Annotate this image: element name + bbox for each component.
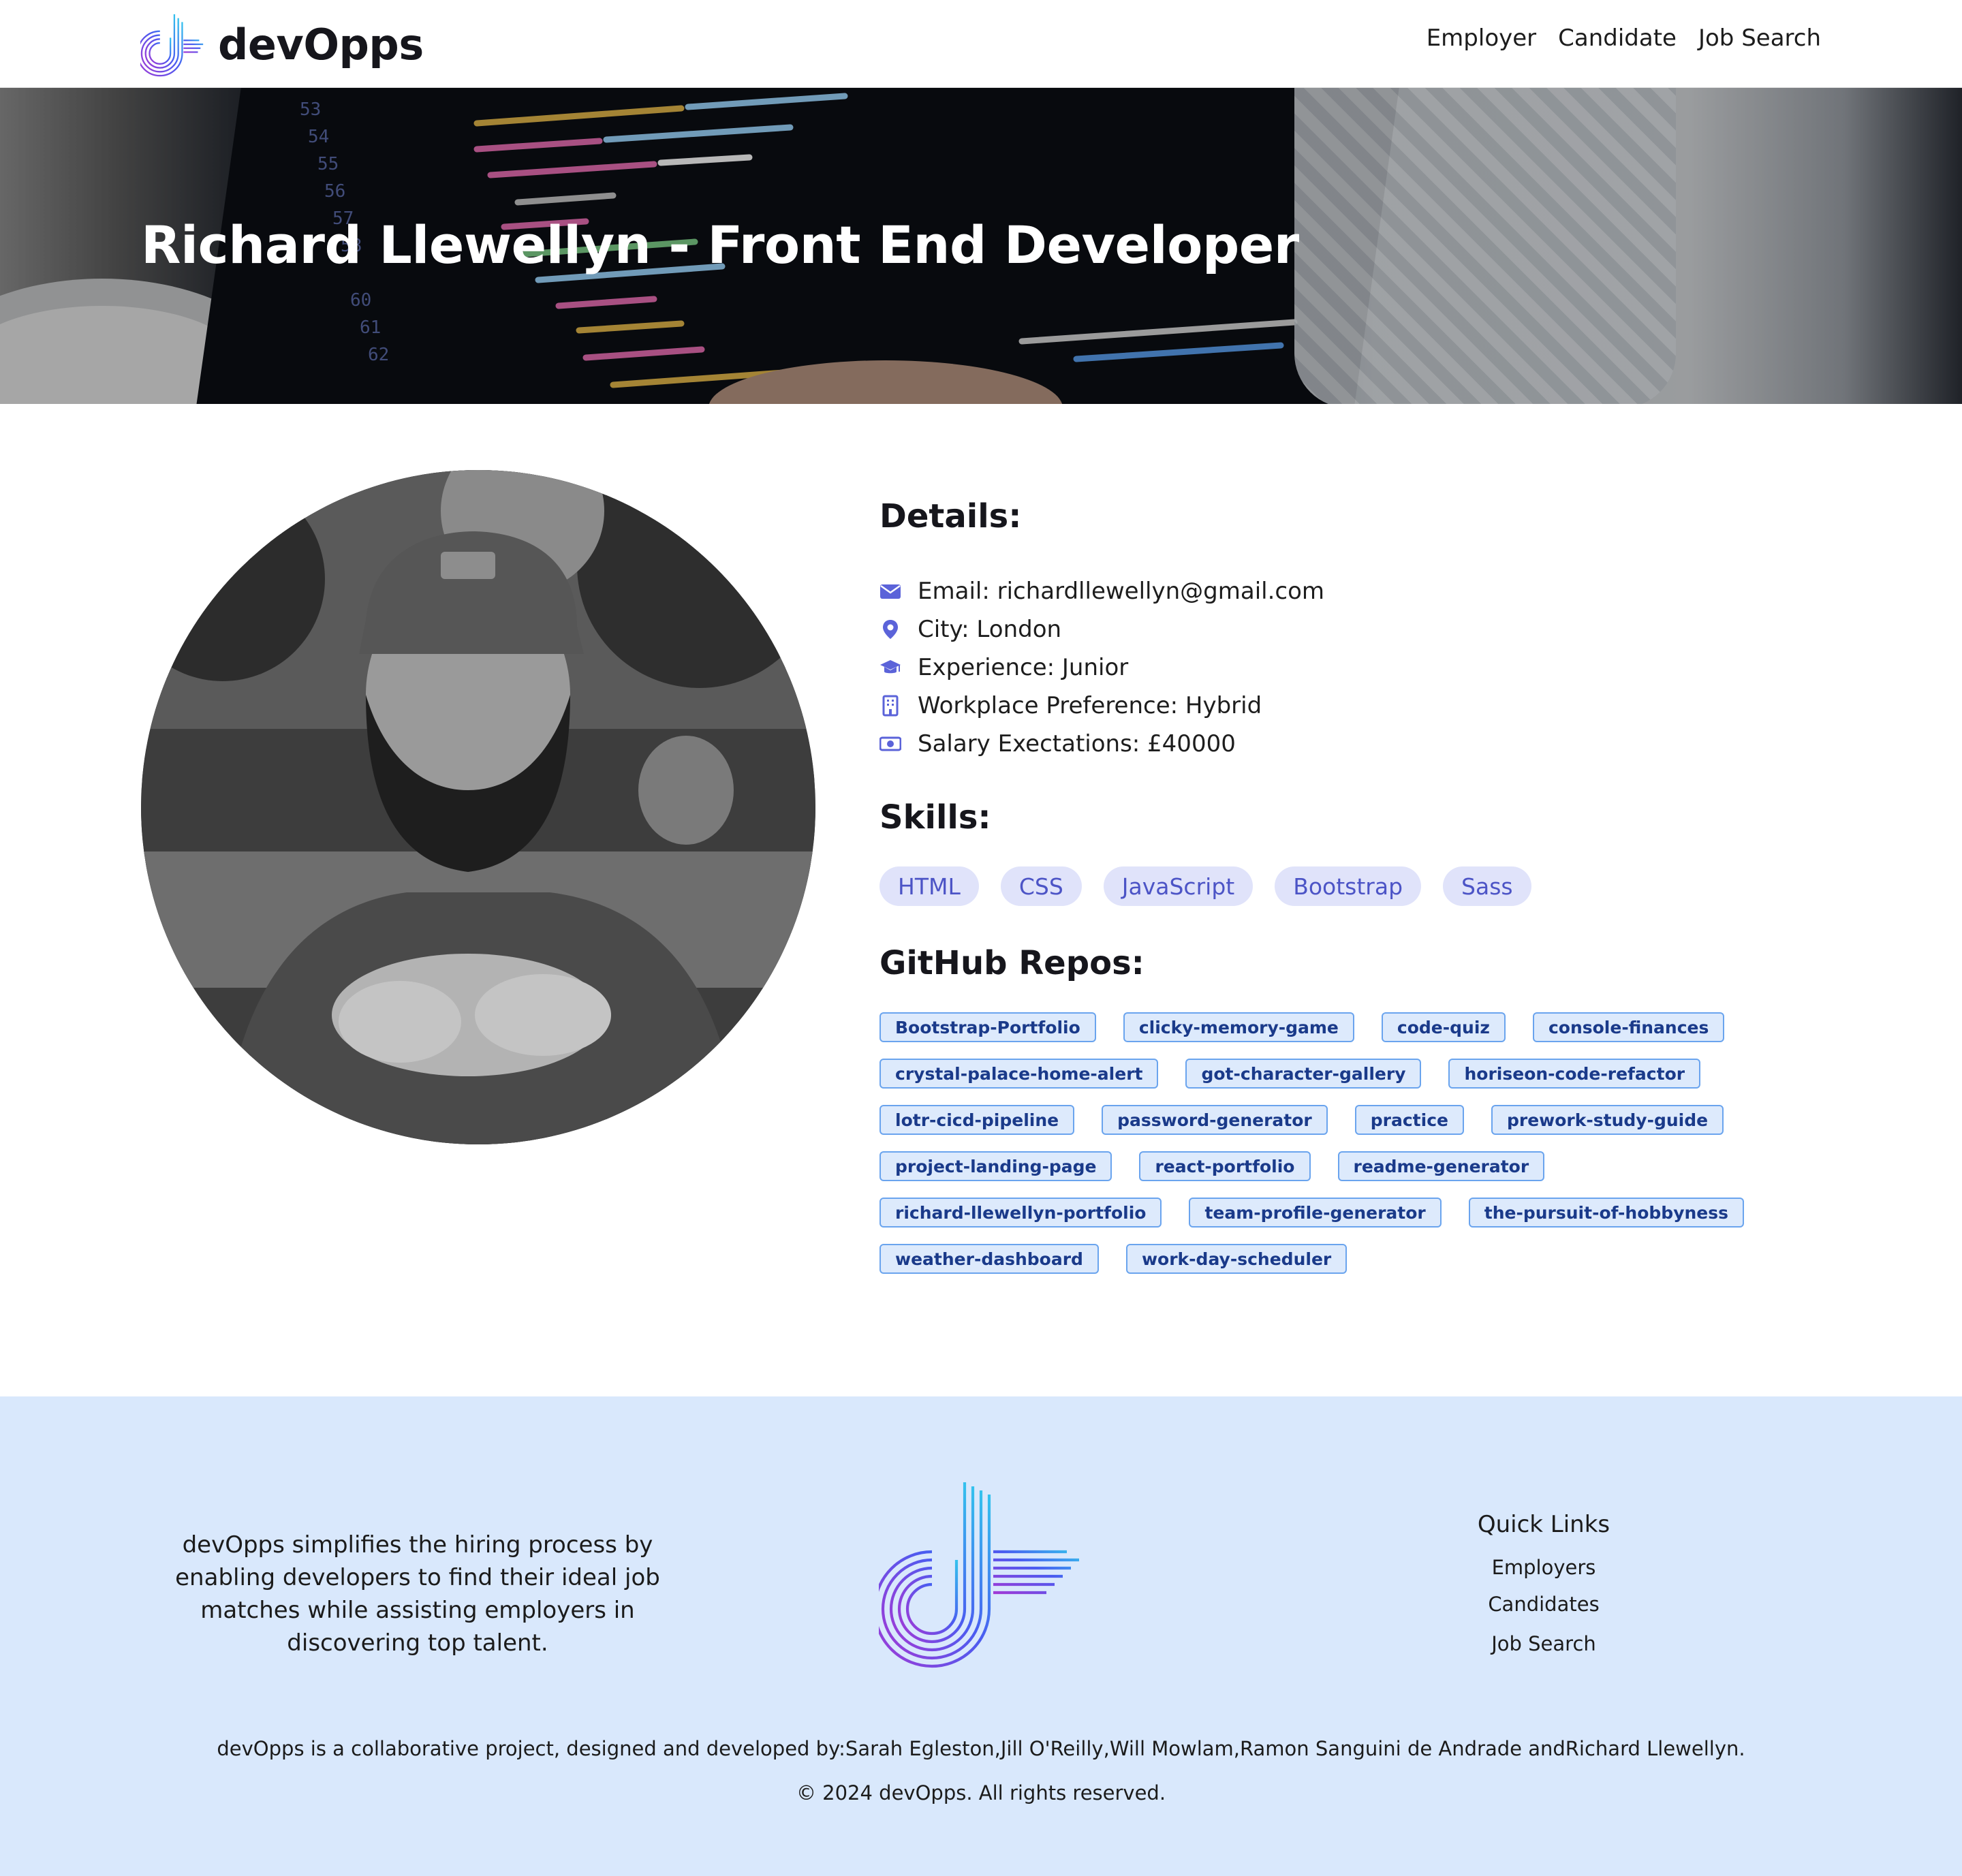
footer-about-text: devOpps simplifies the hiring process by…: [175, 1531, 660, 1657]
skill-pill-sass: Sass: [1443, 866, 1531, 906]
detail-experience: Experience: Junior: [879, 648, 1833, 687]
graduation-cap-icon: [879, 657, 901, 678]
quick-links-title: Quick Links: [1477, 1511, 1610, 1538]
devopps-logo-icon: [879, 1482, 1079, 1668]
repo-link[interactable]: Bootstrap-Portfolio: [879, 1012, 1096, 1042]
profile-photo: [141, 470, 815, 1144]
repo-link[interactable]: prework-study-guide: [1491, 1105, 1724, 1135]
repo-link[interactable]: console-finances: [1532, 1012, 1725, 1042]
brand-name: devOpps: [218, 19, 424, 69]
detail-email: Email: richardllewellyn@gmail.com: [879, 572, 1833, 610]
repo-link[interactable]: richard-llewellyn-portfolio: [879, 1198, 1162, 1228]
footer-credits: devOpps is a collaborative project, desi…: [217, 1737, 1745, 1760]
quick-links: Quick Links Employers Candidates Job Sea…: [1431, 1511, 1657, 1655]
skill-pill-javascript: JavaScript: [1103, 866, 1254, 906]
skill-pill-html: HTML: [879, 866, 979, 906]
repo-link[interactable]: horiseon-code-refactor: [1448, 1059, 1701, 1089]
footer-link-candidates[interactable]: Candidates: [1431, 1593, 1657, 1616]
detail-workplace-text: Workplace Preference: Hybrid: [918, 692, 1262, 719]
skill-pill-bootstrap: Bootstrap: [1275, 866, 1422, 906]
repos-heading: GitHub Repos:: [879, 944, 1144, 982]
nav-candidate[interactable]: Candidate: [1558, 25, 1677, 52]
detail-salary: Salary Exectations: £40000: [879, 725, 1833, 763]
repo-link[interactable]: practice: [1354, 1105, 1464, 1135]
details-heading: Details:: [879, 497, 1022, 535]
repo-link[interactable]: react-portfolio: [1139, 1151, 1311, 1181]
nav-job-search[interactable]: Job Search: [1698, 25, 1821, 52]
footer-link-employers[interactable]: Employers: [1431, 1556, 1657, 1579]
repo-link[interactable]: crystal-palace-home-alert: [879, 1059, 1159, 1089]
repos-list: Bootstrap-Portfolio clicky-memory-game c…: [879, 1012, 1792, 1274]
repo-link[interactable]: got-character-gallery: [1185, 1059, 1422, 1089]
repo-link[interactable]: password-generator: [1102, 1105, 1328, 1135]
repo-link[interactable]: code-quiz: [1381, 1012, 1506, 1042]
footer-link-job-search[interactable]: Job Search: [1431, 1632, 1657, 1655]
repo-link[interactable]: weather-dashboard: [879, 1244, 1099, 1274]
page-title: Richard Llewellyn - Front End Developer: [141, 215, 1299, 275]
detail-experience-text: Experience: Junior: [918, 654, 1129, 681]
footer-copyright: © 2024 devOpps. All rights reserved.: [796, 1781, 1166, 1804]
repo-link[interactable]: the-pursuit-of-hobbyness: [1468, 1198, 1745, 1228]
main-nav: Employer Candidate Job Search: [1427, 25, 1821, 52]
repo-link[interactable]: readme-generator: [1337, 1151, 1545, 1181]
detail-city-text: City: London: [918, 616, 1062, 643]
candidate-details: Details: Email: richardllewellyn@gmail.c…: [879, 497, 1833, 1274]
skill-pill-css: CSS: [1000, 866, 1082, 906]
nav-employer[interactable]: Employer: [1427, 25, 1536, 52]
detail-workplace: Workplace Preference: Hybrid: [879, 687, 1833, 725]
skills-list: HTML CSS JavaScript Bootstrap Sass: [879, 866, 1833, 906]
money-bill-icon: [879, 733, 901, 755]
building-icon: [879, 695, 901, 717]
detail-salary-text: Salary Exectations: £40000: [918, 730, 1236, 757]
brand[interactable]: devOpps: [140, 11, 424, 78]
profile-photo-illustration: [141, 470, 815, 1144]
footer: devOpps simplifies the hiring process by…: [0, 1396, 1962, 1876]
repo-link[interactable]: team-profile-generator: [1189, 1198, 1442, 1228]
details-list: Email: richardllewellyn@gmail.com City: …: [879, 572, 1833, 763]
repo-link[interactable]: work-day-scheduler: [1125, 1244, 1348, 1274]
navbar: devOpps Employer Candidate Job Search: [0, 0, 1962, 88]
repo-link[interactable]: project-landing-page: [879, 1151, 1112, 1181]
skills-heading: Skills:: [879, 798, 991, 837]
devopps-logo-icon: [140, 14, 204, 77]
repo-link[interactable]: lotr-cicd-pipeline: [879, 1105, 1075, 1135]
envelope-icon: [879, 580, 901, 602]
repo-link[interactable]: clicky-memory-game: [1123, 1012, 1354, 1042]
map-pin-icon: [879, 619, 901, 640]
hero-banner: 53 54 55 56 57 58 60 61 62 Richard Llewellyn -…: [0, 88, 1962, 404]
detail-email-text: Email: richardllewellyn@gmail.com: [918, 578, 1325, 605]
detail-city: City: London: [879, 610, 1833, 648]
